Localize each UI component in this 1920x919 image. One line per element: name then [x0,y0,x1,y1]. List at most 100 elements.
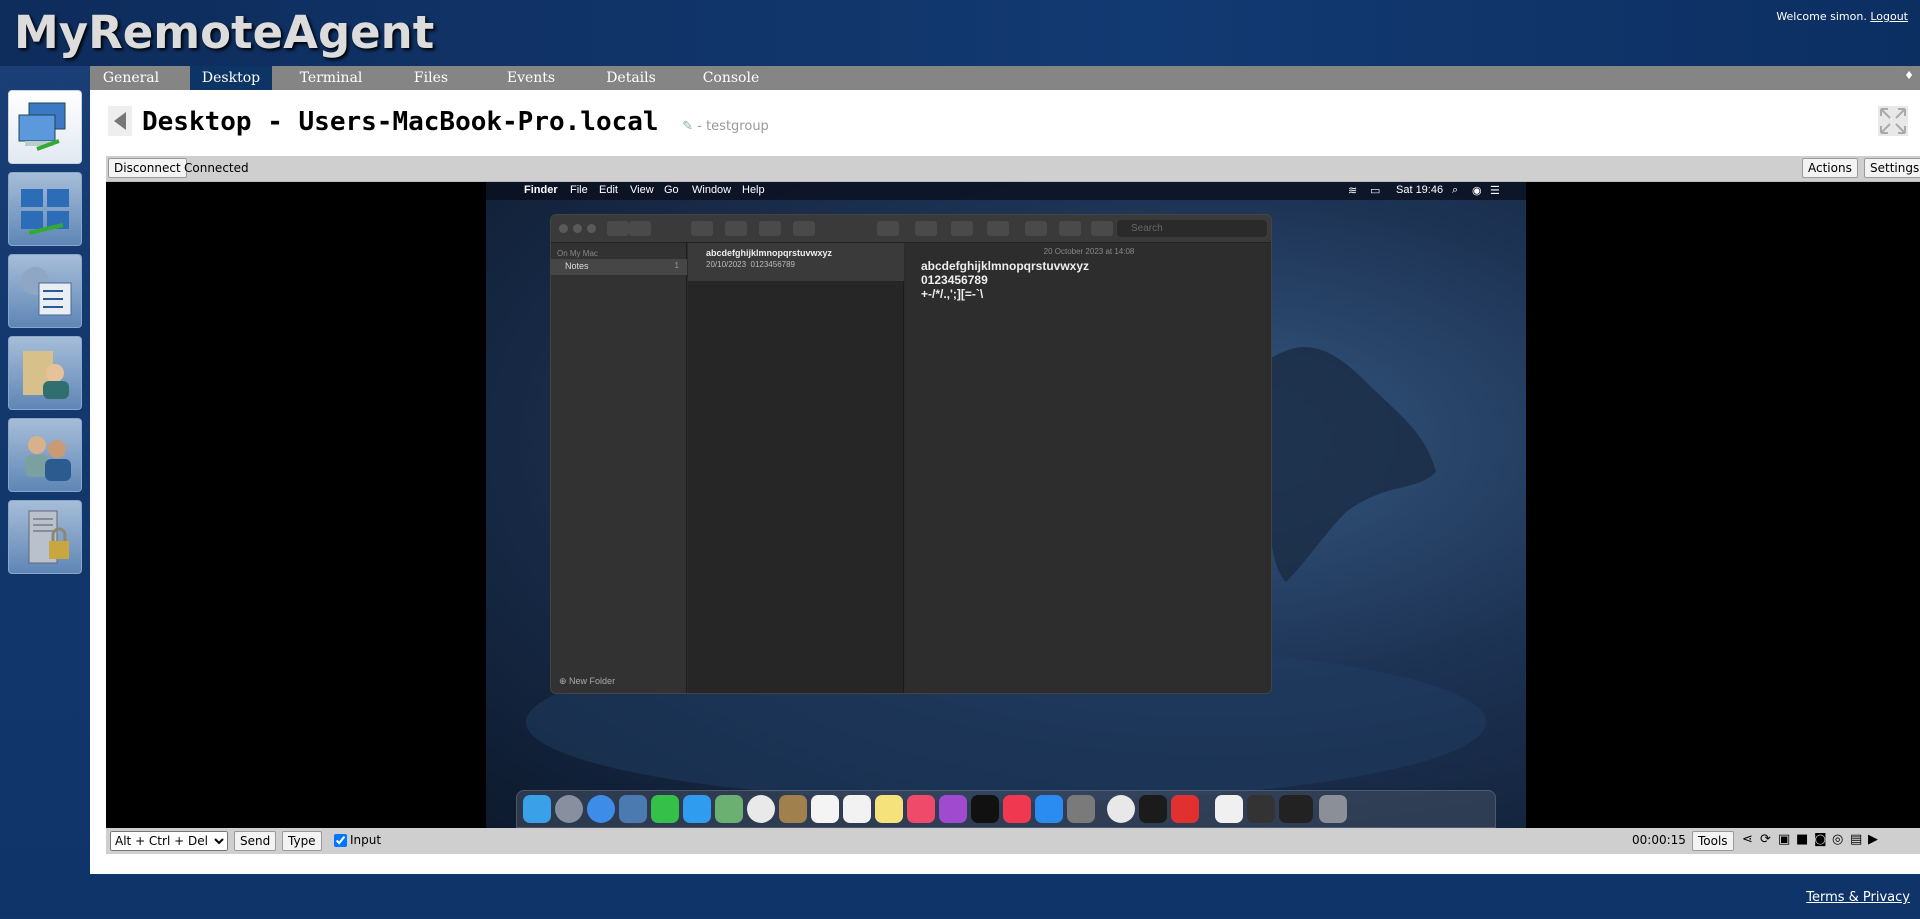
menu-edit[interactable]: Edit [599,184,618,196]
anydesk-icon[interactable] [1171,795,1199,823]
calendar-icon[interactable] [811,795,839,823]
tab-general[interactable]: General [90,66,172,90]
share-icon[interactable] [1091,221,1113,236]
play-icon[interactable]: ▶ [1868,832,1878,847]
control-center-icon[interactable]: ☰ [1490,184,1500,197]
media-icon[interactable] [1025,221,1047,236]
trash-icon[interactable] [1319,795,1347,823]
maps-icon[interactable] [715,795,743,823]
tab-events[interactable]: Events [490,66,572,90]
menu-app-finder[interactable]: Finder [524,184,558,196]
pencil-icon[interactable]: ✎ [682,119,693,134]
terms-privacy-link[interactable]: Terms & Privacy [1806,890,1910,905]
chrome-icon[interactable] [1107,795,1135,823]
compose-icon[interactable] [793,221,815,236]
globe-icon[interactable]: ◎ [1832,832,1843,847]
zoom-dot[interactable] [587,224,596,233]
notes-window[interactable]: Search On My Mac Notes 1 ⊕ New Folder ab… [550,214,1272,694]
key-combo-select[interactable]: Alt + Ctrl + Del [110,831,228,851]
menu-clock[interactable]: Sat 19:46 [1396,184,1443,196]
messages-icon[interactable] [683,795,711,823]
notes-icon[interactable] [875,795,903,823]
type-button[interactable]: Type [282,831,322,851]
menu-view[interactable]: View [630,184,654,196]
contacts-icon[interactable] [779,795,807,823]
record-icon[interactable]: ■ [1796,832,1808,847]
list-view-icon[interactable] [607,221,629,236]
delete-icon[interactable] [759,221,781,236]
siri-icon[interactable]: ◉ [1472,184,1482,197]
note-editor[interactable]: 20 October 2023 at 14:08 abcdefghijklmno… [905,243,1271,693]
news-icon[interactable] [1003,795,1031,823]
tools-button[interactable]: Tools [1692,831,1734,851]
wifi-icon[interactable]: ≋ [1348,184,1357,197]
checklist-icon[interactable] [951,221,973,236]
menu-help[interactable]: Help [742,184,765,196]
music-icon[interactable] [907,795,935,823]
notes-search-input[interactable]: Search [1117,220,1267,237]
input-checkbox[interactable] [334,834,347,847]
menu-go[interactable]: Go [664,184,679,196]
note-body-text: abcdefghijklmnopqrstuvwxyz 0123456789 +-… [921,259,1089,301]
minimize-dot[interactable] [573,224,582,233]
lock-icon[interactable] [877,221,899,236]
reminders-icon[interactable] [843,795,871,823]
my-events-icon[interactable] [8,254,82,328]
disconnect-button[interactable]: Disconnect [108,158,187,178]
remote-desktop[interactable]: Finder File Edit View Go Window Help ≋ ▭… [486,182,1526,828]
back-arrow-icon[interactable] [108,106,132,136]
finder-icon[interactable] [523,795,551,823]
spotlight-icon[interactable]: ⌕ [1452,184,1458,197]
server-security-icon[interactable] [8,500,82,574]
tab-files[interactable]: Files [390,66,472,90]
tab-desktop[interactable]: Desktop [190,66,272,90]
format-icon[interactable] [987,221,1009,236]
fullscreen-icon[interactable] [1878,106,1908,136]
my-files-icon[interactable] [8,336,82,410]
terminal-preview-icon[interactable] [1279,795,1313,823]
send-button[interactable]: Send [234,831,277,851]
clipboard-icon[interactable]: ▣ [1778,832,1790,847]
podcasts-icon[interactable] [939,795,967,823]
launchpad-icon[interactable] [555,795,583,823]
new-folder-button[interactable]: ⊕ New Folder [559,676,615,687]
share-icon[interactable]: ⋖ [1742,832,1753,847]
pin-icon[interactable]: ♦ [1904,69,1914,82]
camera-icon[interactable]: ◙ [1814,832,1827,847]
system-preferences-icon[interactable] [1067,795,1095,823]
battery-icon[interactable]: ▭ [1370,184,1380,197]
note-list-item[interactable]: abcdefghijklmnopqrstuvwxyz 20/10/2023 01… [688,243,904,281]
safari-icon[interactable] [587,795,615,823]
facetime-icon[interactable] [651,795,679,823]
refresh-icon[interactable]: ⟳ [1760,832,1771,847]
remote-screen[interactable]: Finder File Edit View Go Window Help ≋ ▭… [106,182,1920,828]
my-server-icon[interactable] [8,172,82,246]
terminal-icon[interactable] [1139,795,1167,823]
gallery-view-icon[interactable] [629,221,651,236]
tab-console[interactable]: Console [690,66,772,90]
window-preview-icon[interactable] [1247,795,1275,823]
collaborate-icon[interactable] [1059,221,1081,236]
logout-link[interactable]: Logout [1870,10,1908,23]
document-icon[interactable] [1215,795,1243,823]
chat-icon[interactable]: ▤ [1850,832,1862,847]
app-store-icon[interactable] [1035,795,1063,823]
menu-file[interactable]: File [570,184,588,196]
header: MyRemoteAgent Welcome simon. Logout [0,0,1920,66]
attachments-icon[interactable] [725,221,747,236]
photos-icon[interactable] [747,795,775,823]
preview-icon[interactable] [619,795,647,823]
sidebar-toggle-icon[interactable] [691,221,713,236]
menu-window[interactable]: Window [692,184,731,196]
close-dot[interactable] [559,224,568,233]
folder-item-notes[interactable]: Notes 1 [551,259,687,275]
my-users-icon[interactable] [8,418,82,492]
tv-icon[interactable] [971,795,999,823]
settings-button[interactable]: Settings... [1864,158,1920,178]
input-label: Input [350,833,382,847]
my-devices-icon[interactable] [8,90,82,164]
actions-button[interactable]: Actions [1802,158,1858,178]
tab-details[interactable]: Details [590,66,672,90]
table-icon[interactable] [915,221,937,236]
tab-terminal[interactable]: Terminal [290,66,372,90]
